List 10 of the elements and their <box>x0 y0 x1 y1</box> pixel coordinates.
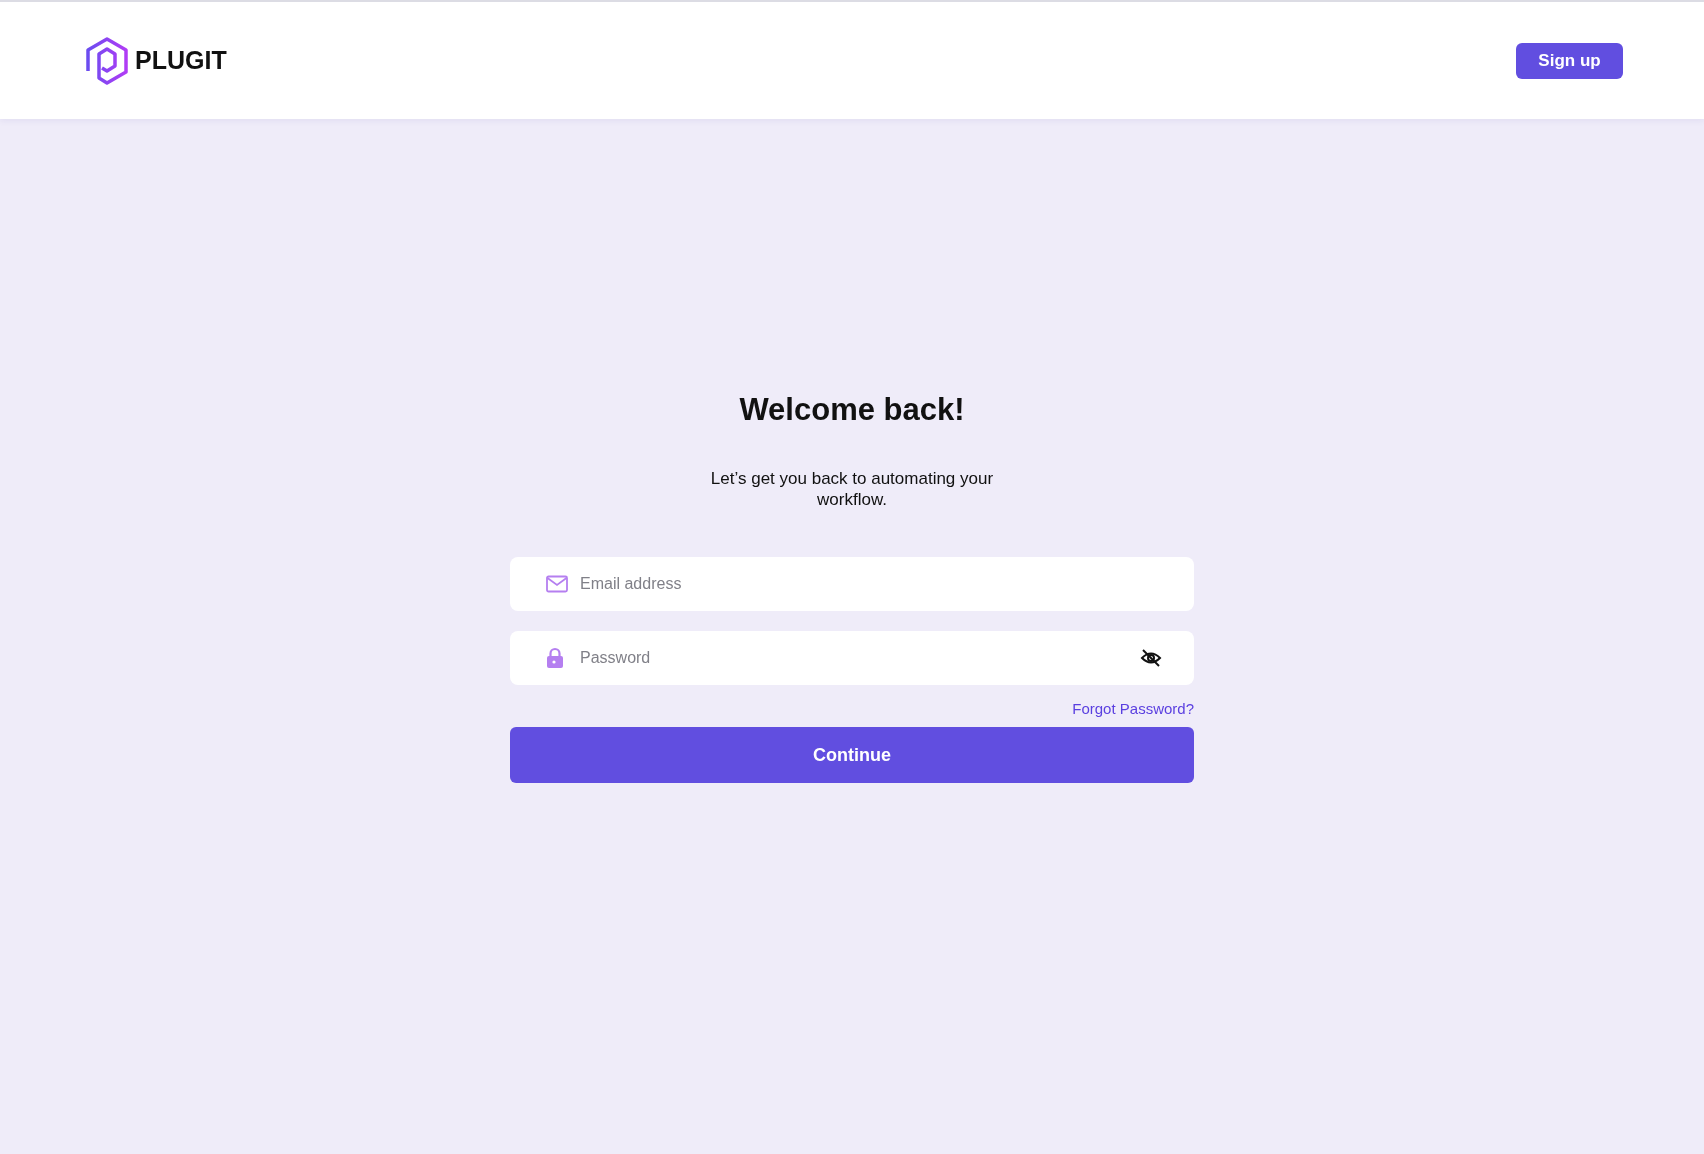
subtitle-text: Let’s get you back to automating your workflow. <box>709 468 995 510</box>
brand-name: PLUGIT <box>135 46 227 75</box>
password-field[interactable]: Password <box>510 631 1194 685</box>
welcome-heading: Welcome back! <box>739 392 965 428</box>
forgot-password-link[interactable]: Forgot Password? <box>1072 700 1194 717</box>
eye-off-icon[interactable] <box>1140 648 1162 668</box>
sign-up-button[interactable]: Sign up <box>1516 42 1623 79</box>
logo-icon <box>85 36 129 85</box>
email-field[interactable]: Email address <box>510 557 1194 611</box>
continue-button[interactable]: Continue <box>510 727 1194 783</box>
